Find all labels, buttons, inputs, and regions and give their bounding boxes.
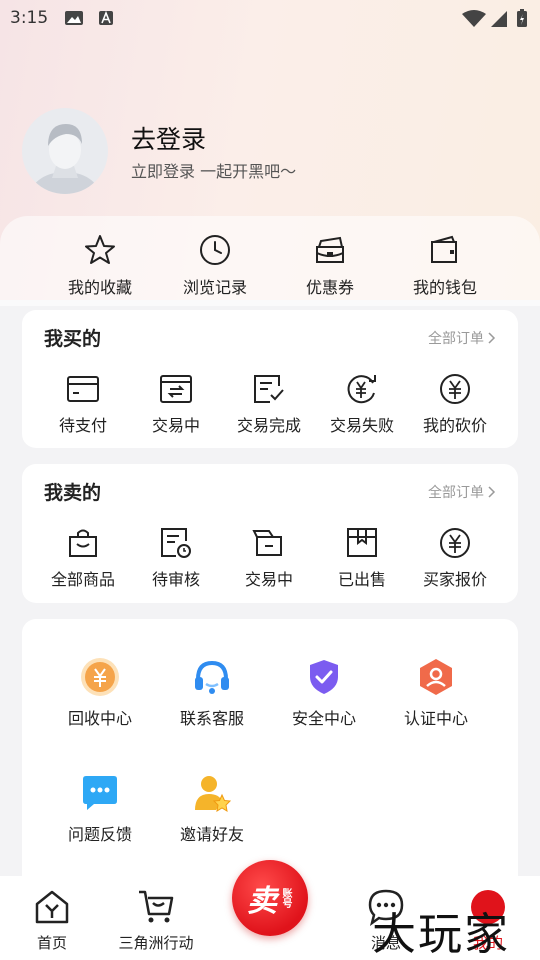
bought-item-completed[interactable]: 交易完成 [229, 372, 309, 436]
all-orders-label: 全部订单 [428, 485, 484, 501]
sold-item-buyer-offers[interactable]: 买家报价 [415, 526, 495, 590]
font-icon [99, 10, 113, 25]
watermark: 大玩家 [372, 909, 510, 960]
recycle-coin-icon [81, 658, 119, 696]
box-icon [252, 530, 282, 556]
chevron-right-icon [488, 486, 496, 498]
refresh-yuan-icon [347, 375, 376, 404]
service-label: 认证中心 [403, 709, 468, 728]
wallet-icon [431, 235, 457, 263]
sold-item-pending-review[interactable]: 待审核 [136, 526, 216, 590]
quick-item-favorites[interactable]: 我的收藏 [55, 232, 145, 298]
quick-item-label: 浏览记录 [182, 278, 247, 297]
service-verification-center[interactable]: 认证中心 [386, 657, 486, 729]
sold-card: 我卖的 全部订单 全部商品 待审核 交易中 已出售 买家报价 [22, 464, 518, 603]
status-bar: 3:15 [0, 0, 540, 36]
bought-item-label: 交易失败 [329, 416, 394, 435]
yuan-circle-icon [440, 528, 470, 558]
bought-item-label: 我的砍价 [422, 416, 487, 435]
bought-title: 我买的 [44, 328, 102, 350]
sold-box-icon [347, 528, 377, 557]
clock-icon [200, 235, 230, 265]
service-customer-support[interactable]: 联系客服 [162, 657, 262, 729]
nav-home[interactable]: 首页 [30, 888, 74, 953]
chevron-right-icon [488, 332, 496, 344]
sold-item-sold[interactable]: 已出售 [322, 526, 402, 590]
service-label: 问题反馈 [67, 825, 132, 844]
sold-title: 我卖的 [44, 482, 102, 504]
sold-item-all-goods[interactable]: 全部商品 [43, 526, 123, 590]
service-label: 邀请好友 [179, 825, 244, 844]
yuan-circle-icon [440, 374, 470, 404]
card-icon [67, 376, 99, 402]
bought-item-label: 交易中 [151, 416, 200, 435]
sold-all-orders-link[interactable]: 全部订单 [428, 482, 496, 502]
sold-item-label: 全部商品 [50, 570, 115, 589]
wifi-icon [462, 10, 486, 27]
quick-item-label: 我的钱包 [412, 278, 477, 297]
bought-item-label: 交易完成 [236, 416, 301, 435]
quick-item-label: 优惠券 [305, 278, 354, 297]
login-subtitle: 立即登录 一起开黑吧～ [131, 162, 297, 181]
bought-item-pending-payment[interactable]: 待支付 [43, 372, 123, 436]
verify-badge-icon [420, 659, 452, 695]
service-invite-friends[interactable]: 邀请好友 [162, 773, 262, 845]
signal-icon [491, 11, 507, 27]
bought-item-in-progress[interactable]: 交易中 [136, 372, 216, 436]
service-label: 安全中心 [291, 709, 356, 728]
check-doc-icon [254, 375, 284, 403]
status-time: 3:15 [10, 8, 49, 28]
sold-item-in-progress[interactable]: 交易中 [229, 526, 309, 590]
cart-icon [139, 890, 174, 923]
nav-label: 三角洲行动 [118, 934, 194, 952]
bought-item-label: 待支付 [58, 416, 107, 435]
chat-bubble-icon [83, 776, 117, 810]
bought-item-failed[interactable]: 交易失败 [322, 372, 402, 436]
nav-label: 首页 [36, 934, 67, 952]
image-icon [65, 11, 83, 25]
headset-icon [195, 660, 229, 694]
quick-item-history[interactable]: 浏览记录 [170, 232, 260, 298]
review-doc-icon [161, 528, 191, 558]
quick-item-label: 我的收藏 [67, 278, 132, 297]
sold-item-label: 待审核 [151, 570, 200, 589]
service-feedback[interactable]: 问题反馈 [50, 773, 150, 845]
nav-delta-force[interactable]: 三角洲行动 [116, 888, 196, 953]
shield-icon [310, 660, 338, 694]
quick-item-wallet[interactable]: 我的钱包 [400, 232, 490, 298]
sell-button-main: 卖 [247, 884, 277, 919]
exchange-icon [160, 375, 192, 403]
login-title[interactable]: 去登录 [131, 120, 206, 156]
service-label: 回收中心 [67, 709, 132, 728]
sold-item-label: 交易中 [244, 570, 293, 589]
avatar[interactable] [22, 108, 108, 194]
bought-all-orders-link[interactable]: 全部订单 [428, 328, 496, 348]
all-orders-label: 全部订单 [428, 331, 484, 347]
sell-button-sub: 账号 [280, 888, 291, 908]
sold-item-label: 已出售 [337, 570, 386, 589]
sold-item-label: 买家报价 [422, 570, 487, 589]
service-label: 联系客服 [179, 709, 244, 728]
service-security-center[interactable]: 安全中心 [274, 657, 374, 729]
sell-account-button[interactable]: 卖 账号 [232, 860, 308, 936]
battery-icon [517, 9, 527, 27]
default-avatar-icon [31, 124, 99, 194]
coupon-icon [316, 236, 344, 263]
bought-item-bargains[interactable]: 我的砍价 [415, 372, 495, 436]
service-recycle-center[interactable]: 回收中心 [50, 657, 150, 729]
home-icon [35, 890, 69, 924]
star-icon [85, 235, 115, 264]
bought-card: 我买的 全部订单 待支付 交易中 交易完成 交易失败 我的砍价 [22, 310, 518, 448]
invite-user-icon [195, 776, 232, 812]
bag-icon [69, 529, 97, 557]
quick-item-coupons[interactable]: 优惠券 [285, 232, 375, 298]
